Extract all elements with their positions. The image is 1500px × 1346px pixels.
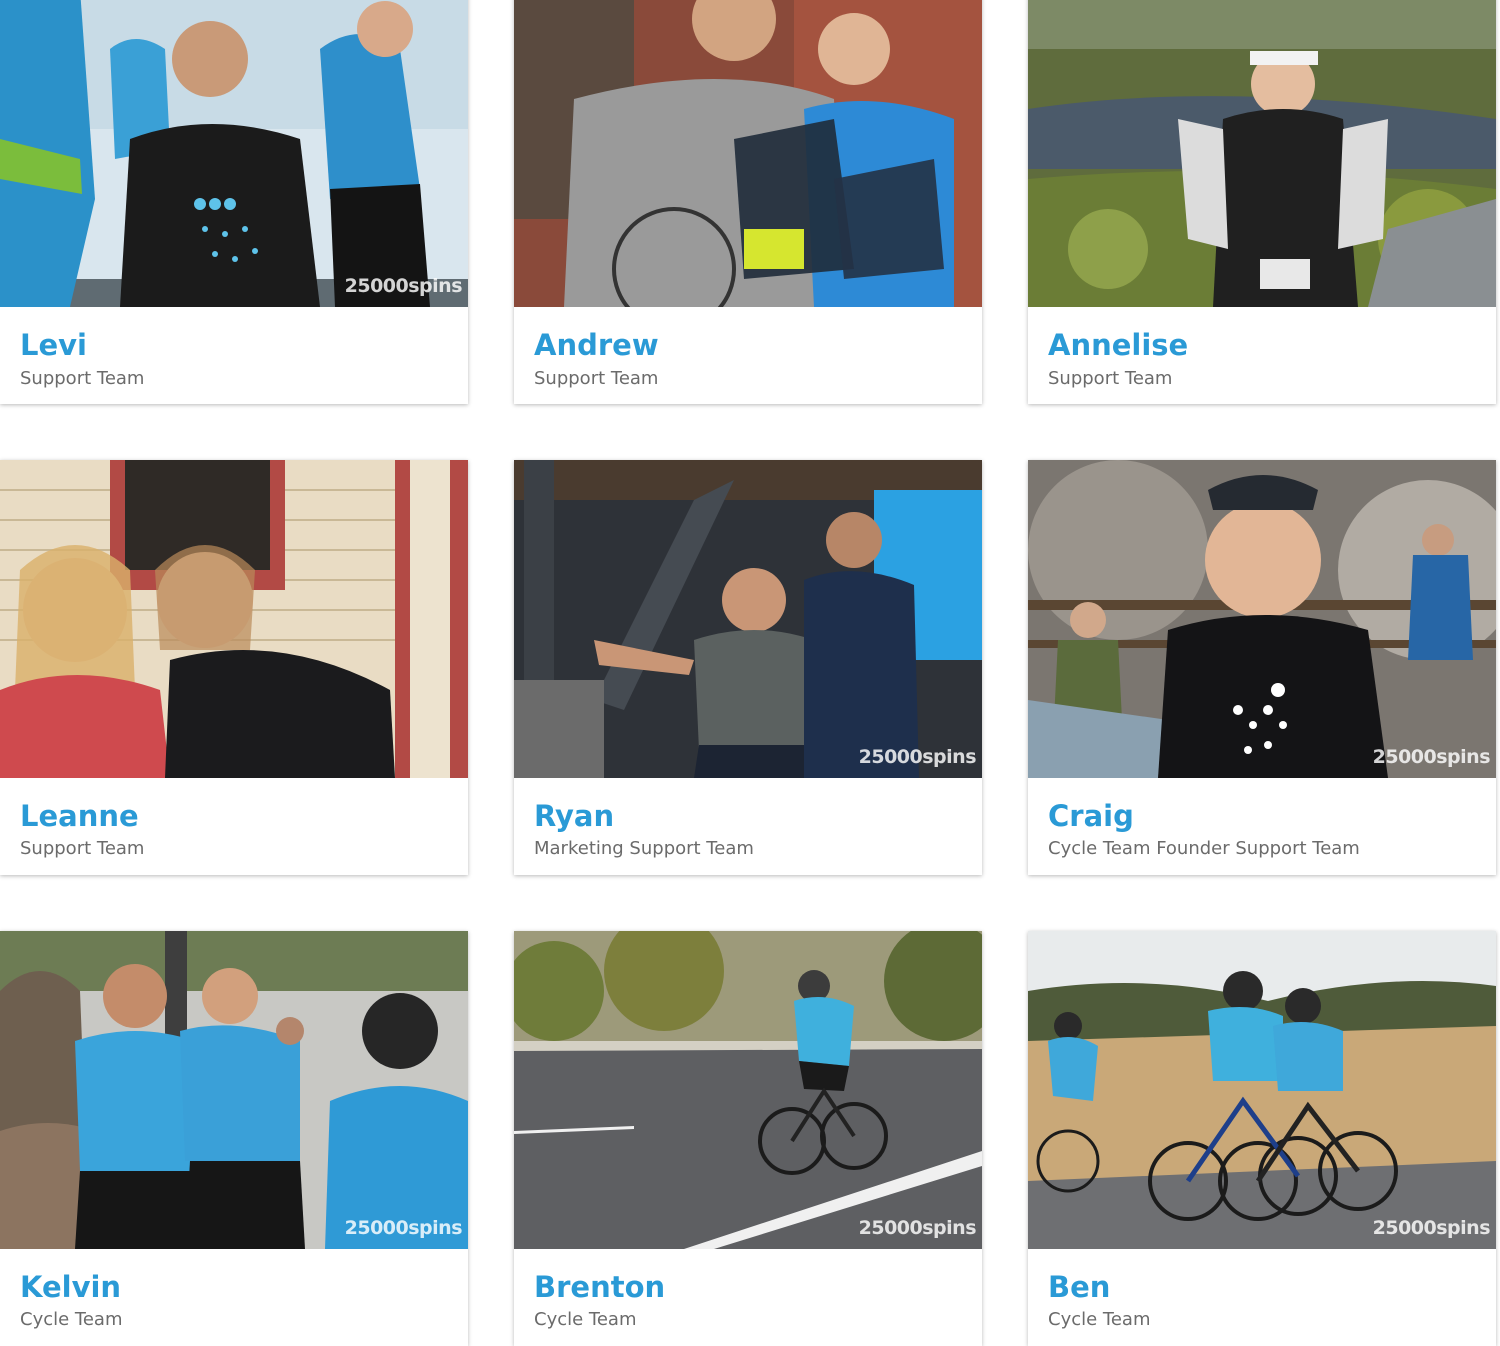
team-card-leanne[interactable]: Leanne Support Team (0, 460, 468, 875)
photo-watermark: 25000spins (344, 275, 463, 297)
team-member-name[interactable]: Kelvin (20, 1269, 121, 1305)
team-member-role: Support Team (534, 368, 659, 389)
team-grid: 25000spins Levi Support Team Andrew Supp… (0, 0, 1500, 1346)
team-card-andrew[interactable]: Andrew Support Team (514, 0, 982, 404)
photo-watermark: 25000spins (1372, 746, 1491, 768)
team-member-photo[interactable]: 25000spins (1028, 931, 1496, 1249)
team-member-name[interactable]: Annelise (1048, 327, 1188, 363)
team-member-role: Support Team (1048, 368, 1173, 389)
team-member-name[interactable]: Leanne (20, 798, 139, 834)
team-member-photo[interactable] (0, 460, 468, 778)
team-member-photo[interactable]: 25000spins (1028, 460, 1496, 778)
team-member-photo[interactable]: 25000spins (0, 931, 468, 1249)
team-card-ryan[interactable]: 25000spins Ryan Marketing Support Team (514, 460, 982, 875)
team-member-role: Cycle Team Founder Support Team (1048, 838, 1360, 859)
team-member-role: Support Team (20, 838, 145, 859)
team-card-annelise[interactable]: Annelise Support Team (1028, 0, 1496, 404)
team-member-role: Marketing Support Team (534, 838, 754, 859)
team-member-photo[interactable] (1028, 0, 1496, 307)
photo-watermark: 25000spins (858, 746, 977, 768)
team-member-photo[interactable]: 25000spins (514, 931, 982, 1249)
team-card-ben[interactable]: 25000spins Ben Cycle Team (1028, 931, 1496, 1346)
team-member-role: Support Team (20, 368, 145, 389)
team-member-role: Cycle Team (1048, 1309, 1151, 1330)
team-card-kelvin[interactable]: 25000spins Kelvin Cycle Team (0, 931, 468, 1346)
team-card-craig[interactable]: 25000spins Craig Cycle Team Founder Supp… (1028, 460, 1496, 875)
photo-watermark: 25000spins (344, 1217, 463, 1239)
team-member-role: Cycle Team (20, 1309, 123, 1330)
team-member-name[interactable]: Brenton (534, 1269, 665, 1305)
team-member-name[interactable]: Ben (1048, 1269, 1110, 1305)
team-member-role: Cycle Team (534, 1309, 637, 1330)
team-member-photo[interactable]: 25000spins (514, 460, 982, 778)
team-card-brenton[interactable]: 25000spins Brenton Cycle Team (514, 931, 982, 1346)
team-card-levi[interactable]: 25000spins Levi Support Team (0, 0, 468, 404)
photo-watermark: 25000spins (858, 1217, 977, 1239)
team-member-photo[interactable] (514, 0, 982, 307)
team-member-name[interactable]: Ryan (534, 798, 614, 834)
team-member-name[interactable]: Craig (1048, 798, 1134, 834)
team-member-name[interactable]: Andrew (534, 327, 659, 363)
photo-watermark: 25000spins (1372, 1217, 1491, 1239)
team-member-name[interactable]: Levi (20, 327, 87, 363)
team-member-photo[interactable]: 25000spins (0, 0, 468, 307)
